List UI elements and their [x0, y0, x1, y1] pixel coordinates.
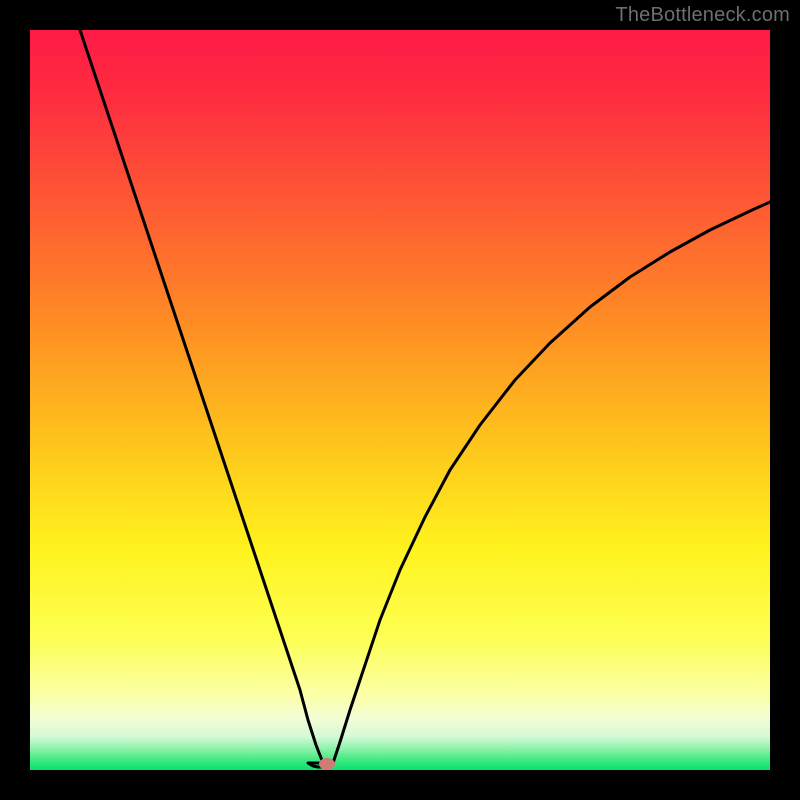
gradient-bg	[30, 30, 770, 770]
plot-area	[30, 30, 770, 770]
watermark-label: TheBottleneck.com	[615, 4, 790, 27]
optimal-point-marker	[319, 758, 335, 770]
chart-frame	[30, 30, 770, 770]
chart-svg	[30, 30, 770, 770]
